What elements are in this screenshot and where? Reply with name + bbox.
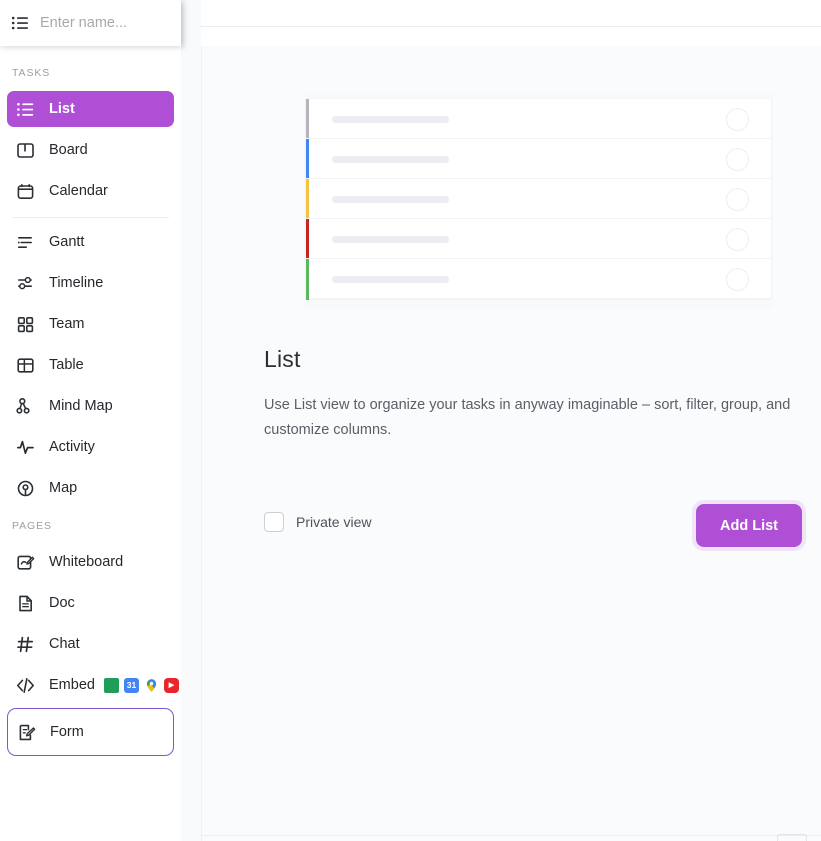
calendar-icon xyxy=(15,181,35,201)
list-icon xyxy=(10,13,30,33)
sidebar-item-label: Whiteboard xyxy=(49,553,124,570)
preview-row-avatar-placeholder xyxy=(726,228,749,251)
main-topbar xyxy=(201,0,821,46)
sidebar-item-embed[interactable]: Embed 31 ▶ xyxy=(7,667,179,703)
preview-row xyxy=(305,138,772,180)
preview-row xyxy=(305,98,772,140)
mind-map-icon xyxy=(15,396,35,416)
preview-row-placeholder-line xyxy=(332,196,449,203)
sidebar-nav: TASKS List Board Calendar Gantt Timeline Team T… xyxy=(0,46,181,841)
sidebar-item-mind-map[interactable]: Mind Map xyxy=(7,388,174,424)
preview-row xyxy=(305,218,772,260)
embed-code-icon xyxy=(15,675,35,695)
bottom-divider xyxy=(202,835,821,836)
main-body: List Use List view to organize your task… xyxy=(201,46,821,841)
preview-row-color-bar xyxy=(306,219,309,260)
page-description: Use List view to organize your tasks in … xyxy=(264,397,791,438)
activity-icon xyxy=(15,437,35,457)
chat-hash-icon xyxy=(15,634,35,654)
preview-row-avatar-placeholder xyxy=(726,188,749,211)
sidebar-item-label: Board xyxy=(49,141,88,158)
sidebar-section-label-pages: PAGES xyxy=(12,520,52,532)
preview-row-avatar-placeholder xyxy=(726,268,749,291)
sidebar-item-label: Gantt xyxy=(49,233,85,250)
preview-row-placeholder-line xyxy=(332,236,449,243)
preview-row-placeholder-line xyxy=(332,116,449,123)
preview-row-color-bar xyxy=(306,139,309,180)
sidebar: TASKS List Board Calendar Gantt Timeline Team T… xyxy=(0,0,181,841)
preview-row-color-bar xyxy=(306,179,309,220)
private-view-checkbox[interactable] xyxy=(264,512,284,532)
name-input[interactable] xyxy=(40,15,160,31)
sidebar-item-form[interactable]: Form xyxy=(7,708,174,756)
youtube-icon: ▶ xyxy=(163,677,179,693)
page-title: List xyxy=(264,346,301,372)
private-view-toggle[interactable]: Private view xyxy=(264,512,371,532)
board-icon xyxy=(15,140,35,160)
sidebar-item-table[interactable]: Table xyxy=(7,347,174,383)
bottom-cutoff-element[interactable] xyxy=(777,834,807,841)
google-calendar-icon: 31 xyxy=(123,677,139,693)
preview-row-avatar-placeholder xyxy=(726,108,749,131)
sidebar-item-map[interactable]: Map xyxy=(7,470,174,506)
preview-row-color-bar xyxy=(306,99,309,140)
view-info-block: List Use List view to organize your task… xyxy=(264,346,821,443)
list-icon xyxy=(15,99,35,119)
google-maps-icon xyxy=(144,678,159,693)
preview-row-color-bar xyxy=(306,259,309,300)
sidebar-item-activity[interactable]: Activity xyxy=(7,429,174,465)
sidebar-item-label: Map xyxy=(49,479,78,496)
sidebar-item-label: Form xyxy=(50,723,84,740)
action-row: Private view Add List xyxy=(264,504,821,548)
sidebar-item-label: Mind Map xyxy=(49,397,113,414)
app-root: List Use List view to organize your task… xyxy=(0,0,821,841)
add-list-button[interactable]: Add List xyxy=(696,504,802,547)
private-view-label: Private view xyxy=(296,514,372,530)
preview-row-placeholder-line xyxy=(332,156,449,163)
list-preview-illustration xyxy=(303,93,773,308)
gantt-icon xyxy=(15,232,35,252)
sidebar-name-bar xyxy=(0,0,181,46)
preview-row xyxy=(305,258,772,300)
sidebar-section-label-tasks: TASKS xyxy=(12,67,51,79)
sidebar-item-label: Doc xyxy=(49,594,75,611)
preview-row-avatar-placeholder xyxy=(726,148,749,171)
sidebar-item-board[interactable]: Board xyxy=(7,132,174,168)
sidebar-item-label: Team xyxy=(49,315,85,332)
map-pin-icon xyxy=(15,478,35,498)
sidebar-divider xyxy=(12,217,169,218)
sidebar-item-team[interactable]: Team xyxy=(7,306,174,342)
form-icon xyxy=(16,722,36,742)
main-topbar-divider xyxy=(201,26,821,46)
preview-row-stack xyxy=(305,98,772,300)
whiteboard-icon xyxy=(15,552,35,572)
sidebar-item-list[interactable]: List xyxy=(7,91,174,127)
sidebar-item-label: Table xyxy=(49,356,84,373)
sidebar-item-gantt[interactable]: Gantt xyxy=(7,224,174,260)
embed-app-icons: 31 ▶ xyxy=(103,677,179,693)
sidebar-item-label: Chat xyxy=(49,635,80,652)
doc-icon xyxy=(15,593,35,613)
sidebar-item-label: Activity xyxy=(49,438,95,455)
sidebar-item-chat[interactable]: Chat xyxy=(7,626,174,662)
sidebar-item-whiteboard[interactable]: Whiteboard xyxy=(7,544,174,580)
sidebar-item-label: Embed xyxy=(49,676,95,693)
team-icon xyxy=(15,314,35,334)
sidebar-item-label: List xyxy=(49,100,75,117)
main-area: List Use List view to organize your task… xyxy=(180,0,821,841)
table-icon xyxy=(15,355,35,375)
preview-row-placeholder-line xyxy=(332,276,449,283)
sidebar-item-timeline[interactable]: Timeline xyxy=(7,265,174,301)
sidebar-item-calendar[interactable]: Calendar xyxy=(7,173,174,209)
google-sheets-icon xyxy=(103,677,119,693)
sidebar-item-label: Calendar xyxy=(49,182,108,199)
sidebar-item-doc[interactable]: Doc xyxy=(7,585,174,621)
sidebar-item-label: Timeline xyxy=(49,274,104,291)
preview-row xyxy=(305,178,772,220)
timeline-icon xyxy=(15,273,35,293)
